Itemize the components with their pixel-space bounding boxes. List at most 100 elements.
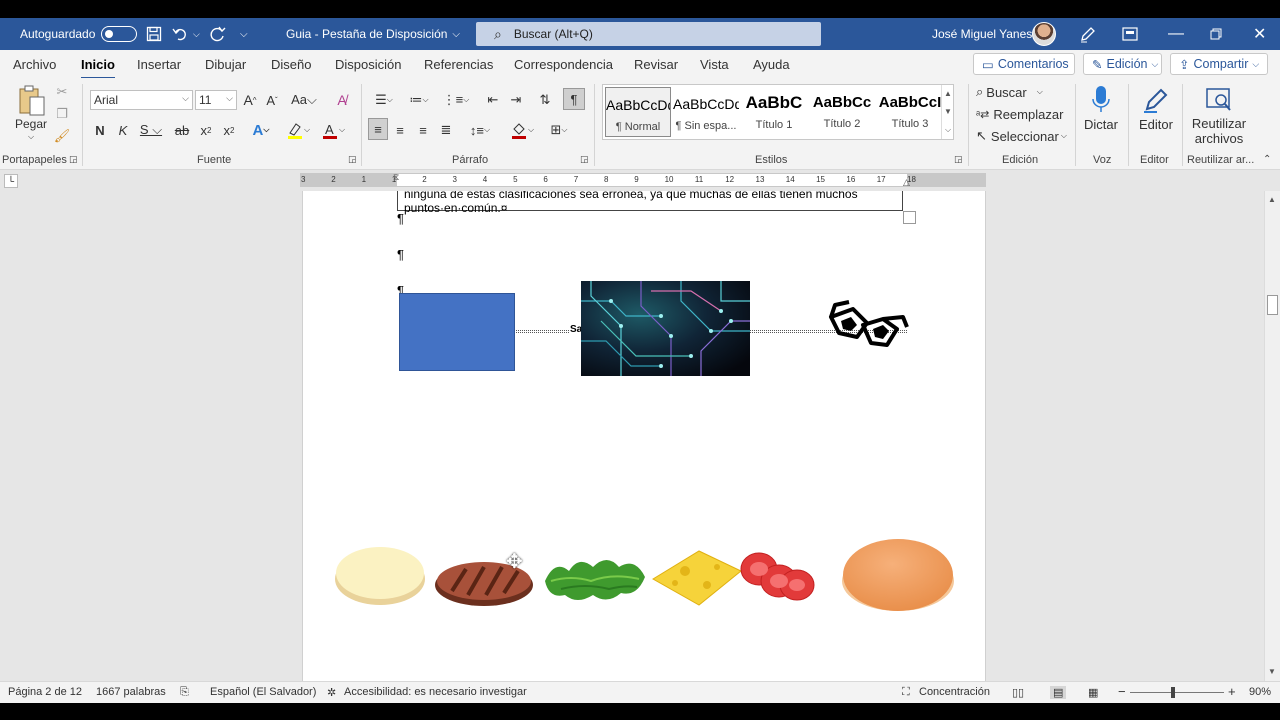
text-box[interactable]: ninguna de estas clasificaciones sea err… — [397, 191, 903, 215]
right-indent-marker-icon[interactable]: △ — [903, 177, 910, 188]
dialog-launcher-icon[interactable]: ◲ — [954, 154, 963, 165]
document-title-dropdown[interactable]: Guia - Pestaña de Disposición ⌵ — [286, 18, 460, 50]
sort-icon[interactable]: ⇅ — [535, 90, 555, 110]
scroll-up-icon[interactable]: ▲ — [1268, 195, 1276, 204]
tab-vista[interactable]: Vista — [700, 57, 729, 72]
change-case-icon[interactable]: Aa⌵ — [290, 90, 318, 110]
numbering-icon[interactable]: ≔ ⌵ — [404, 90, 434, 110]
undo-dropdown-icon[interactable]: ⌵ — [193, 18, 200, 50]
font-color-icon[interactable]: A ⌵ — [318, 120, 348, 140]
tab-insertar[interactable]: Insertar — [137, 57, 181, 72]
tomato-slices-image[interactable] — [739, 547, 817, 603]
superscript-icon[interactable]: x2 — [221, 120, 237, 140]
tab-selector-icon[interactable]: └ — [4, 174, 18, 188]
horizontal-ruler[interactable]: 3 2 1 1 2 3 4 5 6 7 8 9 10 11 12 13 14 15 16 17 18 ⧖ △ — [300, 172, 986, 188]
increase-indent-icon[interactable]: ⇥ — [507, 90, 525, 110]
reuse-label-2[interactable]: archivos — [1190, 131, 1248, 146]
scroll-down-icon[interactable]: ▼ — [1268, 667, 1276, 676]
share-button[interactable]: ⇪ Compartir ⌵ — [1170, 53, 1268, 75]
tab-archivo[interactable]: Archivo — [13, 57, 56, 72]
zoom-slider-thumb[interactable] — [1171, 687, 1175, 698]
cut-icon[interactable]: ✂ — [54, 84, 70, 100]
tab-revisar[interactable]: Revisar — [634, 57, 678, 72]
select-button[interactable]: ↖ Seleccionar ⌵ — [976, 127, 1067, 145]
dialog-launcher-icon[interactable]: ◲ — [348, 154, 357, 165]
clear-formatting-icon[interactable]: A̸ — [332, 90, 352, 110]
style-heading-3[interactable]: AaBbCcI Título 3 — [877, 87, 943, 137]
collapse-ribbon-icon[interactable]: ⌃ — [1263, 154, 1271, 165]
find-button[interactable]: ⌕ Buscar ⌵ — [976, 83, 1043, 101]
undo-icon[interactable] — [172, 18, 190, 50]
text-effects-icon[interactable]: A ⌵ — [248, 120, 274, 140]
align-right-icon[interactable]: ≡ — [414, 120, 432, 140]
vertical-scrollbar[interactable]: ▲ ▼ — [1264, 191, 1280, 681]
redo-icon[interactable] — [208, 18, 226, 50]
dialog-launcher-icon[interactable]: ◲ — [580, 154, 589, 165]
ribbon-display-icon[interactable] — [1122, 18, 1138, 50]
tab-correspondencia[interactable]: Correspondencia — [514, 57, 613, 72]
web-layout-icon[interactable]: ▦ — [1088, 686, 1098, 699]
print-layout-icon[interactable]: ▤ — [1050, 686, 1067, 699]
resize-handle[interactable] — [903, 211, 916, 224]
strikethrough-icon[interactable]: ab — [174, 120, 190, 140]
highlight-color-icon[interactable]: ⌵ — [283, 120, 313, 140]
accessibility-status[interactable]: Accesibilidad: es necesario investigar — [344, 686, 527, 698]
style-heading-2[interactable]: AaBbCc Título 2 — [809, 87, 875, 137]
dialog-launcher-icon[interactable]: ◲ — [69, 154, 78, 165]
customize-qat-icon[interactable]: ⌵ — [240, 18, 248, 50]
lettuce-image[interactable] — [541, 553, 649, 605]
cheese-slice-image[interactable] — [651, 549, 743, 607]
scroll-thumb[interactable] — [1267, 295, 1278, 315]
avatar[interactable] — [1032, 22, 1056, 46]
font-size-combo[interactable]: 11 ⌵ — [195, 90, 237, 110]
subscript-icon[interactable]: x2 — [198, 120, 214, 140]
tab-dibujar[interactable]: Dibujar — [205, 57, 246, 72]
editor-label[interactable]: Editor — [1136, 116, 1176, 132]
tab-ayuda[interactable]: Ayuda — [753, 57, 790, 72]
autosave-toggle[interactable] — [101, 26, 138, 42]
microphone-icon[interactable] — [1086, 84, 1116, 116]
indent-marker-icon[interactable]: ⧖ — [393, 172, 399, 183]
circuit-board-image[interactable] — [581, 281, 750, 376]
styles-scroll[interactable]: ▲ ▼ ⌵ — [941, 85, 954, 139]
zoom-out-icon[interactable]: − — [1118, 684, 1126, 699]
tab-diseno[interactable]: Diseño — [271, 57, 311, 72]
paste-label[interactable]: Pegar — [15, 116, 47, 132]
tab-referencias[interactable]: Referencias — [424, 57, 493, 72]
copy-icon[interactable]: ❐ — [54, 106, 70, 122]
style-normal[interactable]: AaBbCcDd ¶ Normal — [605, 87, 671, 137]
comments-button[interactable]: ▭ Comentarios — [973, 53, 1075, 75]
zoom-level[interactable]: 90% — [1249, 686, 1271, 698]
dictate-label[interactable]: Dictar — [1080, 116, 1122, 132]
align-center-icon[interactable]: ≡ — [391, 120, 409, 140]
reuse-label-1[interactable]: Reutilizar — [1190, 116, 1248, 131]
page-count[interactable]: Página 2 de 12 — [8, 686, 82, 698]
style-no-spacing[interactable]: AaBbCcDd ¶ Sin espa... — [673, 87, 739, 137]
align-left-icon[interactable]: ≡ — [368, 118, 388, 140]
read-mode-icon[interactable]: ▯▯ — [1012, 686, 1024, 699]
editing-mode-button[interactable]: ✎ Edición ⌵ — [1083, 53, 1162, 75]
paste-icon[interactable] — [15, 84, 49, 118]
show-formatting-icon[interactable]: ¶ — [563, 88, 585, 110]
word-count[interactable]: 1667 palabras — [96, 686, 166, 698]
grow-font-icon[interactable]: A ^ — [241, 90, 259, 110]
justify-icon[interactable]: ≣ — [437, 120, 455, 140]
zoom-slider[interactable] — [1130, 692, 1224, 693]
bottom-bun-image[interactable] — [333, 543, 427, 607]
chevron-down-icon[interactable]: ⌵ — [24, 132, 38, 142]
bold-icon[interactable]: N — [93, 120, 107, 140]
focus-mode[interactable]: Concentración — [919, 686, 990, 698]
restore-icon[interactable] — [1210, 18, 1222, 50]
underline-icon[interactable]: S ⌵ — [139, 120, 163, 140]
close-icon[interactable]: ✕ — [1253, 18, 1266, 50]
zoom-in-icon[interactable]: + — [1228, 684, 1236, 699]
beef-patty-image[interactable]: ✥ — [434, 551, 534, 607]
save-icon[interactable] — [146, 18, 162, 50]
style-heading-1[interactable]: AaBbC Título 1 — [741, 87, 807, 137]
shrink-font-icon[interactable]: Aˇ — [263, 90, 281, 110]
multilevel-list-icon[interactable]: ⋮≡ ⌵ — [441, 90, 471, 110]
decrease-indent-icon[interactable]: ⇤ — [484, 90, 502, 110]
format-painter-icon[interactable]: 🖌 — [54, 128, 71, 144]
shading-icon[interactable]: ⌵ — [507, 120, 537, 140]
tab-inicio[interactable]: Inicio — [81, 57, 115, 80]
